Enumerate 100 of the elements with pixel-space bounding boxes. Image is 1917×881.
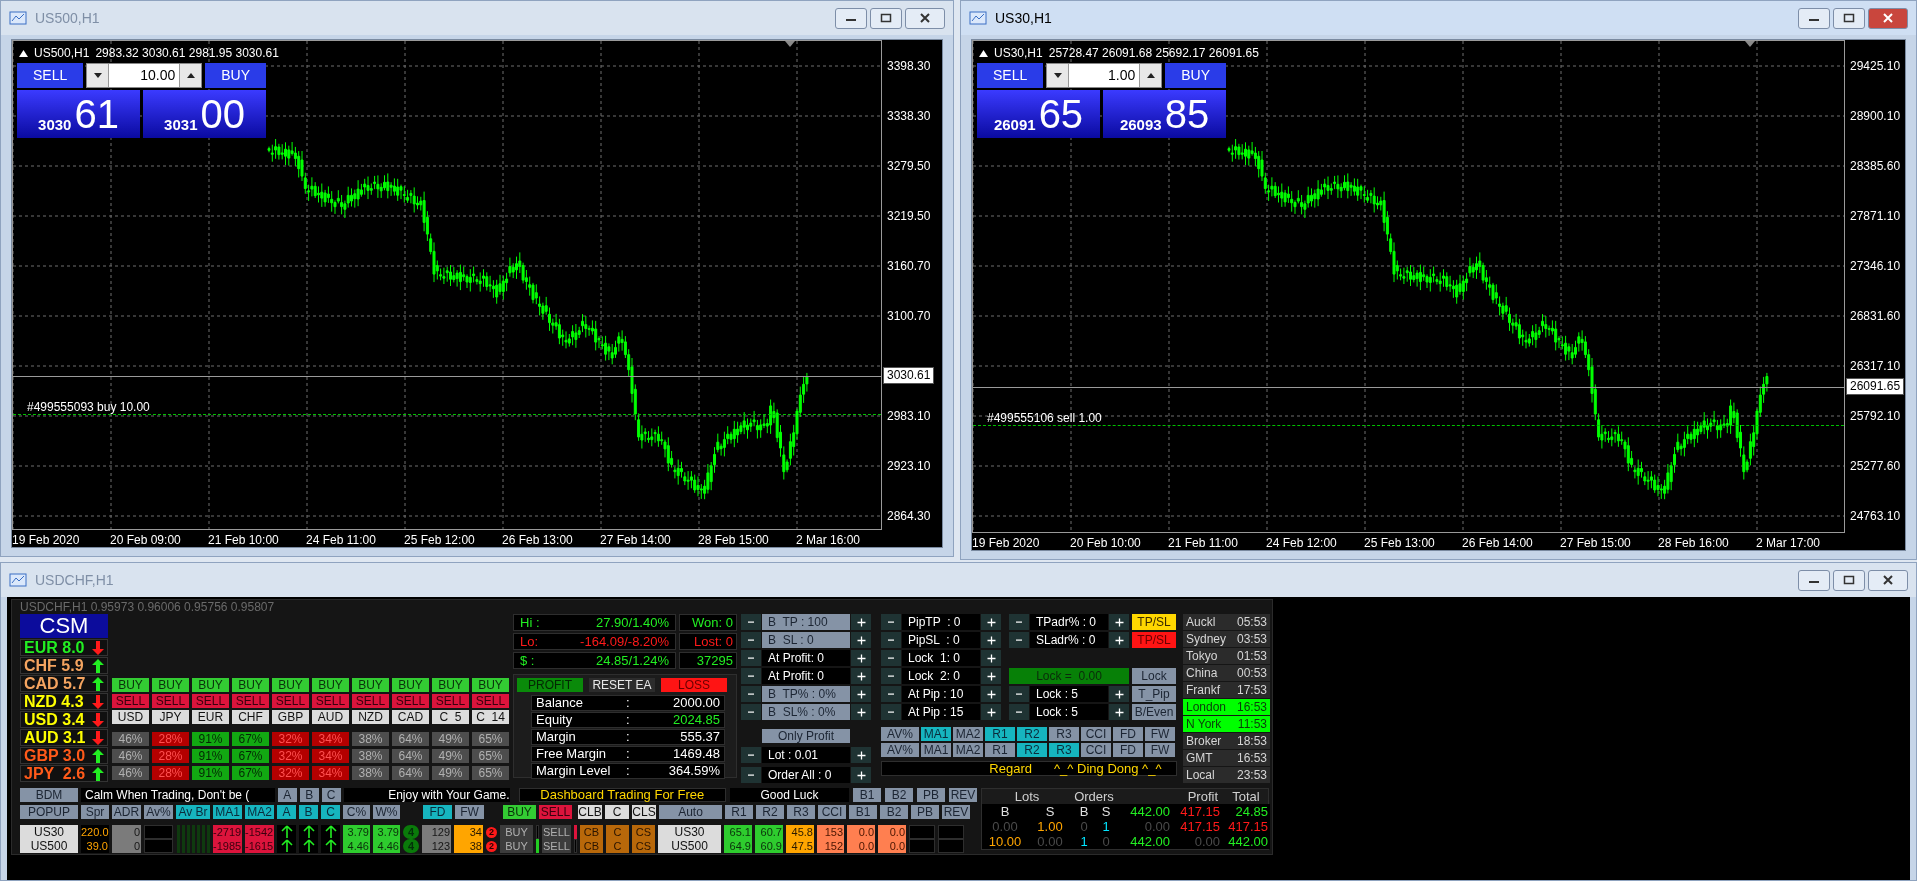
sell-button[interactable]: SELL xyxy=(17,63,84,88)
maximize-button[interactable] xyxy=(1833,569,1865,591)
toggle-button[interactable]: R3 xyxy=(787,805,815,819)
toggle-button[interactable]: FD xyxy=(1113,727,1143,741)
toggle-button[interactable]: R3 xyxy=(1049,727,1079,741)
sell-button[interactable]: SELL xyxy=(152,694,189,708)
symbol-button[interactable]: US30 xyxy=(20,825,78,839)
sell-button[interactable]: SELL xyxy=(539,805,572,819)
minus-button[interactable] xyxy=(1009,704,1029,720)
close-button[interactable] xyxy=(905,7,945,29)
symbol-button[interactable]: NZD xyxy=(352,710,389,724)
sell-button[interactable]: SELL xyxy=(272,694,309,708)
minus-button[interactable] xyxy=(741,747,761,763)
close-button[interactable]: C xyxy=(606,839,629,853)
buy-button[interactable]: BUY xyxy=(472,678,509,692)
toggle-button[interactable]: B SL% : 0% xyxy=(762,704,850,720)
buy-button[interactable]: BUY xyxy=(192,678,229,692)
toggle-button[interactable]: AV% xyxy=(881,727,919,741)
toggle-button[interactable]: B1 xyxy=(849,805,877,819)
buy-button[interactable]: BUY xyxy=(112,678,149,692)
symbol-button[interactable]: US30 xyxy=(658,825,721,839)
toggle-button[interactable]: FW xyxy=(455,805,484,819)
toggle-button[interactable]: Only Profit xyxy=(762,729,850,743)
symbol-button[interactable]: GBP xyxy=(272,710,309,724)
minus-button[interactable] xyxy=(741,614,761,630)
close-button[interactable]: CS xyxy=(632,825,655,839)
buy-button[interactable]: BUY xyxy=(152,678,189,692)
symbol-button[interactable]: EUR xyxy=(192,710,229,724)
sell-button[interactable]: SELL xyxy=(392,694,429,708)
plus-button[interactable] xyxy=(851,650,871,666)
minus-button[interactable] xyxy=(881,632,901,648)
toggle-button[interactable]: FD xyxy=(423,805,452,819)
toggle-button[interactable]: Av% xyxy=(144,805,173,819)
minus-button[interactable] xyxy=(1009,632,1029,648)
toggle-button[interactable]: REV xyxy=(949,788,977,802)
toggle-button[interactable]: B TP : 100 xyxy=(762,614,850,630)
minus-button[interactable] xyxy=(741,704,761,720)
minus-button[interactable] xyxy=(741,686,761,702)
buy-button[interactable]: BUY xyxy=(352,678,389,692)
minus-button[interactable] xyxy=(741,632,761,648)
minus-button[interactable] xyxy=(881,704,901,720)
plus-button[interactable] xyxy=(851,668,871,684)
sell-button[interactable]: SELL xyxy=(232,694,269,708)
toggle-button[interactable]: ADR xyxy=(112,805,141,819)
toggle-button[interactable]: FD xyxy=(1113,743,1143,757)
toggle-button[interactable]: B2 xyxy=(880,805,908,819)
toggle-button[interactable]: AV% xyxy=(881,743,919,757)
symbol-button[interactable]: CAD xyxy=(392,710,429,724)
sell-button[interactable]: SELL xyxy=(112,694,149,708)
plus-button[interactable] xyxy=(851,632,871,648)
symbol-button[interactable]: CLB xyxy=(578,805,602,819)
minus-button[interactable] xyxy=(881,686,901,702)
order-button[interactable]: BUY xyxy=(500,825,533,839)
minus-button[interactable] xyxy=(881,650,901,666)
sell-button[interactable]: SELL xyxy=(192,694,229,708)
symbol-button[interactable]: JPY xyxy=(152,710,189,724)
toggle-button[interactable]: R1 xyxy=(725,805,753,819)
minus-button[interactable] xyxy=(1009,686,1029,702)
toggle-button[interactable]: C xyxy=(321,788,341,802)
buy-button[interactable]: BUY xyxy=(503,805,536,819)
plus-button[interactable] xyxy=(1109,632,1129,648)
toggle-button[interactable]: REV xyxy=(942,805,970,819)
toggle-button[interactable]: B1 xyxy=(853,788,881,802)
loss-button[interactable]: LOSS xyxy=(661,678,727,692)
toggle-button[interactable]: C% xyxy=(343,805,370,819)
plus-button[interactable] xyxy=(981,632,1001,648)
close-button[interactable]: CS xyxy=(632,839,655,853)
plus-button[interactable] xyxy=(1109,686,1129,702)
toggle-button[interactable]: C xyxy=(321,805,340,819)
symbol-button[interactable]: C 14 xyxy=(472,710,509,724)
sell-button[interactable]: SELL xyxy=(432,694,469,708)
plus-button[interactable] xyxy=(851,614,871,630)
symbol-button[interactable]: AUD xyxy=(312,710,349,724)
symbol-button[interactable]: US500 xyxy=(658,839,721,853)
plus-button[interactable] xyxy=(851,767,871,783)
symbol-button[interactable]: CHF xyxy=(232,710,269,724)
sell-button[interactable]: SELL xyxy=(977,63,1044,88)
plus-button[interactable] xyxy=(851,704,871,720)
toggle-button[interactable]: CCI xyxy=(1081,727,1111,741)
symbol-button[interactable]: CLS xyxy=(632,805,656,819)
toggle-button[interactable]: Auto xyxy=(659,805,722,819)
toggle-button[interactable]: CCI xyxy=(818,805,846,819)
toggle-button[interactable]: MA2 xyxy=(953,743,983,757)
symbol-button[interactable]: C xyxy=(605,805,629,819)
ask-price-button[interactable]: 26093 85 xyxy=(1103,90,1227,138)
toggle-button[interactable]: MA1 xyxy=(213,805,242,819)
profit-button[interactable]: PROFIT xyxy=(517,678,583,692)
symbol-button[interactable]: US500 xyxy=(20,839,78,853)
tp-sl-button[interactable]: TP/SL xyxy=(1132,614,1176,630)
plus-button[interactable] xyxy=(1109,704,1129,720)
toggle-button[interactable]: R2 xyxy=(756,805,784,819)
plus-button[interactable] xyxy=(851,747,871,763)
toggle-button[interactable]: T_Pip xyxy=(1132,686,1176,702)
minus-button[interactable] xyxy=(881,668,901,684)
toggle-button[interactable]: CCI xyxy=(1081,743,1111,757)
toggle-button[interactable]: MA1 xyxy=(921,727,951,741)
minus-button[interactable] xyxy=(741,668,761,684)
minimize-button[interactable] xyxy=(1798,7,1830,29)
bid-price-button[interactable]: 3030 61 xyxy=(17,90,141,138)
buy-button[interactable]: BUY xyxy=(232,678,269,692)
